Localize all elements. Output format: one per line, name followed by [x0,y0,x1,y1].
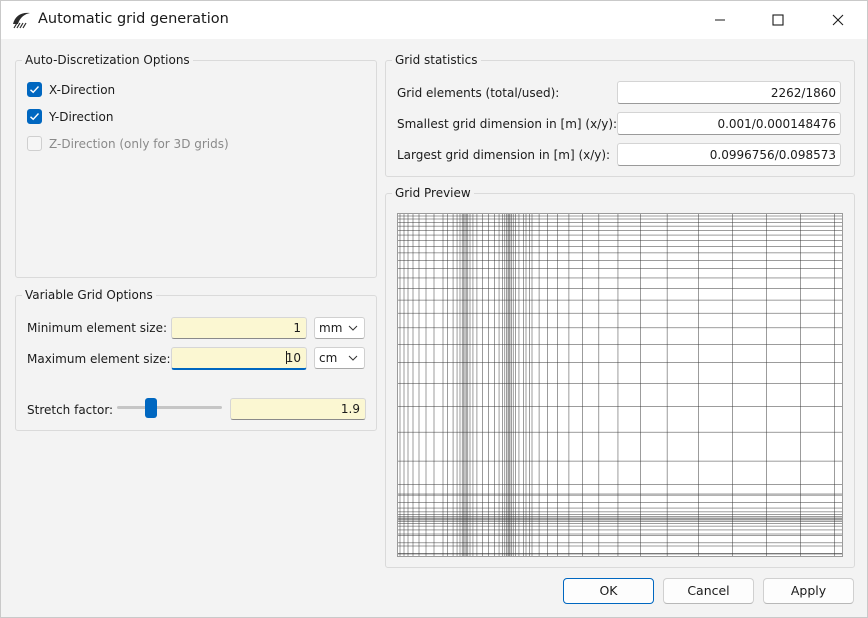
dialog-window: Automatic grid generation Auto-Discretiz… [0,0,868,618]
largest-dimension-label: Largest grid dimension in [m] (x/y): [397,148,611,162]
close-icon [832,14,844,26]
grid-preview-svg [398,214,842,556]
check-icon [30,86,40,94]
grid-preview-title: Grid Preview [392,186,474,200]
apply-button[interactable]: Apply [763,578,854,604]
ok-button[interactable]: OK [563,578,654,604]
z-direction-checkbox [27,136,42,151]
largest-dimension-value-box: 0.0996756/0.098573 [617,143,841,166]
min-unit-value: mm [319,321,343,335]
maximize-icon [772,14,784,26]
min-element-size-value: 1 [293,321,301,335]
minimize-icon [715,19,725,21]
stretch-factor-value: 1.9 [340,402,360,416]
stretch-factor-label: Stretch factor: [27,403,114,417]
z-direction-label: Z-Direction (only for 3D grids) [49,136,229,151]
smallest-dimension-value-box: 0.001/0.000148476 [617,112,841,135]
stretch-factor-slider-thumb[interactable] [145,398,157,418]
chevron-down-icon [348,325,358,331]
max-element-size-label: Maximum element size: [27,352,171,366]
minimize-button[interactable] [691,1,749,39]
max-element-size-value: 10 [285,351,301,365]
grid-elements-label: Grid elements (total/used): [397,86,560,100]
smallest-dimension-value: 0.001/0.000148476 [717,117,836,131]
maximize-button[interactable] [749,1,807,39]
max-unit-value: cm [319,351,338,365]
y-direction-label: Y-Direction [49,109,114,124]
grid-preview-canvas [397,213,843,557]
y-direction-checkbox[interactable] [27,109,42,124]
cancel-button[interactable]: Cancel [663,578,754,604]
x-direction-label: X-Direction [49,82,116,97]
auto-discretization-title: Auto-Discretization Options [22,53,193,67]
x-direction-checkbox[interactable] [27,82,42,97]
z-direction-option: Z-Direction (only for 3D grids) [27,136,229,151]
max-unit-select[interactable]: cm [314,347,365,369]
title-bar[interactable]: Automatic grid generation [1,1,867,39]
grid-elements-value: 2262/1860 [770,86,836,100]
smallest-dimension-label: Smallest grid dimension in [m] (x/y): [397,117,618,131]
grid-elements-value-box: 2262/1860 [617,81,841,104]
stretch-factor-slider-track[interactable] [117,406,222,409]
app-logo-icon [13,12,30,29]
min-element-size-input[interactable]: 1 [171,317,307,339]
close-button[interactable] [809,1,867,39]
y-direction-option[interactable]: Y-Direction [27,109,113,124]
stretch-factor-input[interactable]: 1.9 [230,398,366,420]
largest-dimension-value: 0.0996756/0.098573 [709,148,836,162]
window-title: Automatic grid generation [38,11,229,27]
x-direction-option[interactable]: X-Direction [27,82,115,97]
chevron-down-icon [348,355,358,361]
min-element-size-label: Minimum element size: [27,321,168,335]
max-element-size-input[interactable]: 10 [171,347,307,370]
grid-statistics-title: Grid statistics [392,53,481,67]
variable-grid-title: Variable Grid Options [22,288,156,302]
check-icon [30,113,40,121]
min-unit-select[interactable]: mm [314,317,365,339]
